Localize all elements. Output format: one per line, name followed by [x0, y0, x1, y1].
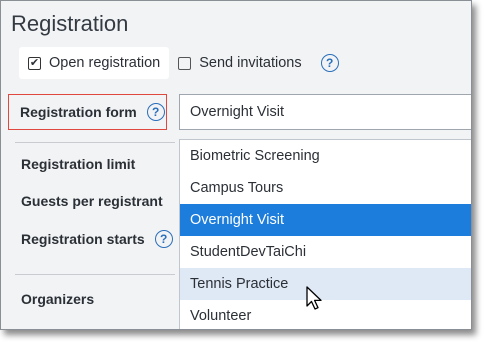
dropdown-option-hovered[interactable]: Tennis Practice	[180, 268, 471, 300]
dropdown-option[interactable]: Campus Tours	[180, 172, 471, 204]
open-registration-checkbox[interactable]: ✔ Open registration	[19, 47, 170, 79]
registration-panel: Registration ✔ Open registration Send in…	[0, 0, 472, 330]
registration-form-selected-value: Overnight Visit	[190, 104, 285, 120]
page-title: Registration	[11, 11, 129, 36]
registration-options: ✔ Open registration Send invitations ?	[19, 47, 339, 79]
registration-form-select[interactable]: Overnight Visit	[179, 94, 471, 130]
registration-starts-label: Registration starts ?	[21, 230, 173, 248]
registration-form-label-text: Registration form	[20, 104, 137, 120]
send-invitations-label: Send invitations	[199, 55, 302, 71]
help-icon[interactable]: ?	[320, 54, 339, 72]
open-registration-label: Open registration	[49, 55, 161, 71]
dropdown-option[interactable]: Biometric Screening	[180, 140, 471, 172]
registration-form-dropdown: Biometric Screening Campus Tours Overnig…	[179, 139, 471, 329]
help-icon[interactable]: ?	[154, 230, 173, 248]
help-icon[interactable]: ?	[146, 103, 165, 121]
registration-limit-label-text: Registration limit	[21, 156, 136, 172]
checkbox-unchecked-icon	[178, 56, 192, 70]
divider	[15, 142, 175, 143]
guests-per-registrant-label: Guests per registrant	[21, 193, 163, 209]
organizers-label-text: Organizers	[21, 291, 95, 307]
dropdown-option[interactable]: Volunteer	[180, 300, 471, 329]
registration-starts-label-text: Registration starts	[21, 231, 145, 247]
organizers-label: Organizers	[21, 291, 94, 307]
dropdown-option-selected[interactable]: Overnight Visit	[180, 204, 471, 236]
dropdown-option[interactable]: StudentDevTaiChi	[180, 236, 471, 268]
checkbox-checked-icon: ✔	[28, 56, 41, 70]
divider	[15, 274, 175, 275]
mouse-pointer-icon	[306, 286, 322, 310]
send-invitations-checkbox[interactable]: Send invitations	[169, 47, 310, 79]
guests-label-text: Guests per registrant	[21, 193, 163, 209]
registration-form-label: Registration form ?	[8, 94, 167, 130]
registration-limit-label: Registration limit	[21, 156, 135, 172]
